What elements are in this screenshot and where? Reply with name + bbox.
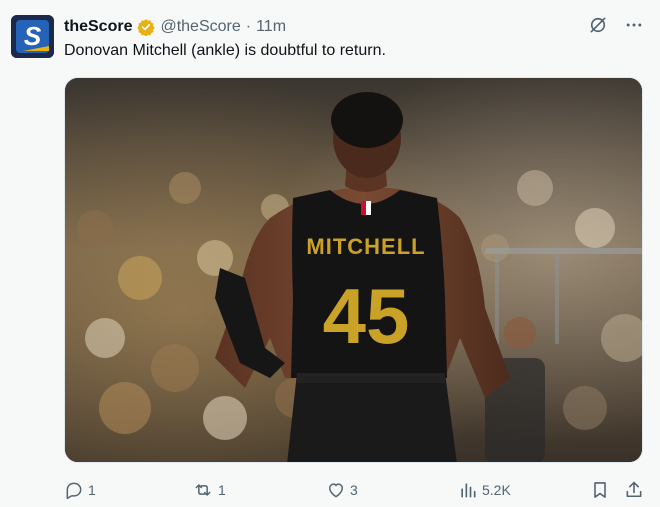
svg-text:S: S: [24, 21, 42, 51]
thescore-logo: S: [11, 15, 54, 58]
bookmark-icon: [594, 482, 606, 498]
analytics-icon: [461, 483, 476, 498]
repost-button[interactable]: 1: [192, 477, 226, 503]
tweet-header: theScore @theScore · 11m: [64, 16, 286, 38]
avatar[interactable]: S: [11, 15, 54, 58]
author-handle[interactable]: @theScore: [160, 18, 240, 36]
timestamp[interactable]: 11m: [256, 18, 286, 36]
tweet-text: Donovan Mitchell (ankle) is doubtful to …: [64, 42, 386, 59]
reply-button[interactable]: 1: [64, 477, 96, 503]
views-button[interactable]: 5.2K: [458, 477, 511, 503]
like-button[interactable]: 3: [326, 477, 358, 503]
tweet-media-image[interactable]: MITCHELL 45: [64, 77, 643, 463]
player-photo: MITCHELL 45: [65, 78, 642, 462]
separator-dot: ·: [245, 18, 252, 35]
repost-count: 1: [218, 482, 226, 498]
repost-icon: [195, 484, 211, 496]
tweet-top-actions: [588, 15, 644, 35]
share-button[interactable]: [624, 477, 644, 503]
reply-count: 1: [88, 482, 96, 498]
share-icon: [626, 481, 642, 498]
bookmark-button[interactable]: [590, 477, 610, 503]
view-count: 5.2K: [482, 482, 511, 498]
more-options-icon[interactable]: [624, 15, 644, 35]
heart-icon: [329, 483, 343, 498]
author-name[interactable]: theScore: [64, 18, 132, 36]
verified-badge-icon[interactable]: [137, 18, 156, 36]
reply-icon: [66, 482, 82, 500]
like-count: 3: [350, 482, 358, 498]
jersey-number-text: 45: [323, 272, 410, 360]
jersey-name-text: MITCHELL: [306, 234, 425, 259]
grok-icon[interactable]: [588, 15, 608, 35]
tweet-actions-bar: 1 1 3 5.2K: [64, 477, 644, 503]
